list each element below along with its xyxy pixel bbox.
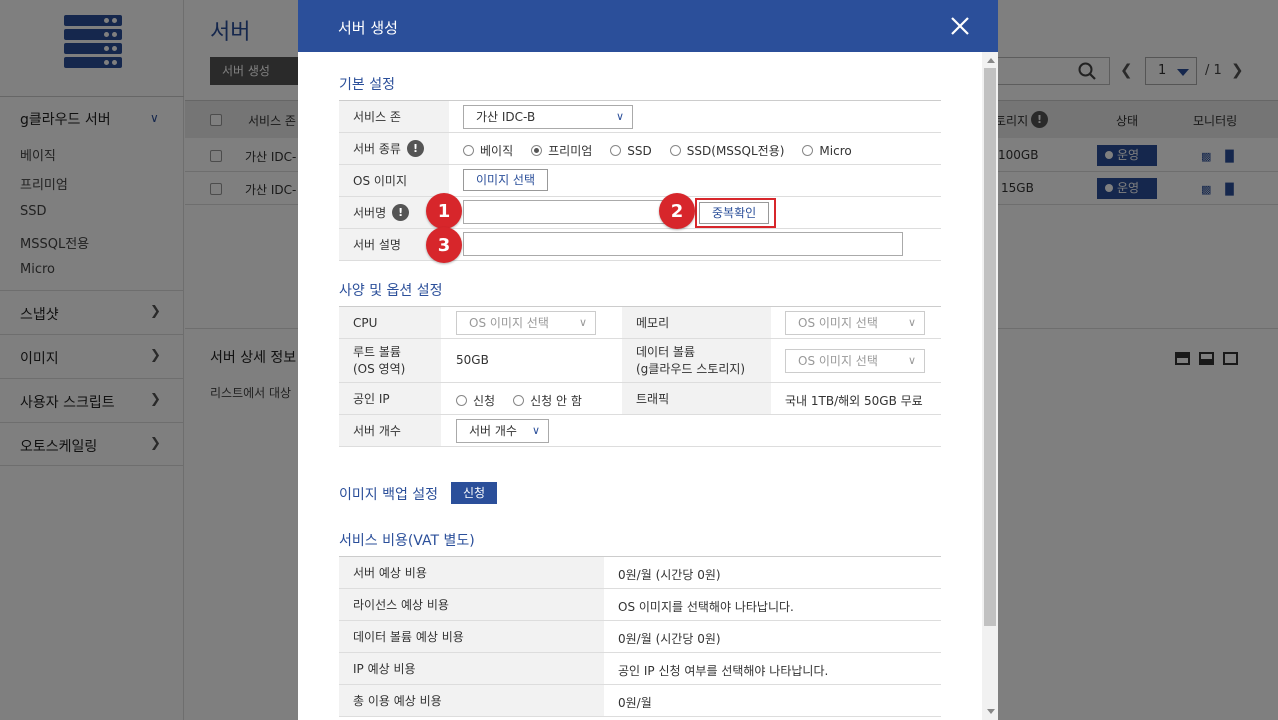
chevron-down-icon: ∨: [615, 110, 624, 123]
server-name-input[interactable]: [463, 200, 673, 224]
step-marker-1: 1: [426, 193, 462, 229]
zone-label: 서비스 존: [339, 101, 449, 132]
server-count-label: 서버 개수: [339, 415, 441, 446]
info-icon[interactable]: !: [392, 204, 410, 221]
modal-title: 서버 생성: [338, 19, 398, 37]
modal-scrollbar[interactable]: [982, 52, 998, 720]
row-os-image: OS 이미지 이미지 선택: [339, 165, 941, 197]
memory-select[interactable]: OS 이미지 선택 ∨: [785, 311, 925, 335]
server-type-radio-group: 베이직 프리미엄 SSD SSD(MSSQL전용) Micro: [463, 142, 870, 159]
radio-basic[interactable]: 베이직: [463, 142, 513, 159]
radio-premium[interactable]: 프리미엄: [531, 142, 592, 159]
chevron-down-icon: ∨: [907, 316, 916, 329]
memory-label: 메모리: [622, 307, 771, 338]
traffic-value: 국내 1TB/해외 50GB 무료: [785, 394, 923, 408]
scroll-up-icon[interactable]: [987, 58, 995, 63]
radio-ip-no-apply[interactable]: 신청 안 함: [513, 392, 582, 409]
select-image-button[interactable]: 이미지 선택: [463, 169, 549, 191]
public-ip-label: 공인 IP: [339, 383, 441, 414]
os-image-label: OS 이미지: [339, 165, 449, 196]
row-server-count: 서버 개수 서버 개수 ∨: [339, 415, 941, 447]
highlight-box: [695, 198, 776, 228]
radio-ssd[interactable]: SSD: [610, 144, 652, 158]
chevron-down-icon: ∨: [907, 354, 916, 367]
data-volume-select[interactable]: OS 이미지 선택 ∨: [785, 349, 925, 373]
chevron-down-icon: ∨: [531, 424, 540, 437]
table-row: 서버 예상 비용 0원/월 (시간당 0원): [339, 557, 941, 589]
chevron-down-icon: ∨: [578, 316, 587, 329]
create-server-modal: 서버 생성 기본 설정 서비스 존 가산 IDC-B ∨ 서버 종류 ! 베이직: [298, 0, 998, 720]
server-type-label: 서버 종류 !: [339, 133, 449, 164]
server-desc-input[interactable]: [463, 232, 903, 256]
zone-select[interactable]: 가산 IDC-B ∨: [463, 105, 633, 129]
section-backup-title: 이미지 백업 설정: [339, 487, 439, 503]
radio-ip-apply[interactable]: 신청: [456, 392, 495, 409]
scroll-thumb[interactable]: [984, 68, 996, 626]
cost-table: 서버 예상 비용 0원/월 (시간당 0원) 라이선스 예상 비용 OS 이미지…: [339, 556, 941, 720]
info-icon[interactable]: !: [406, 140, 424, 157]
row-volumes: 루트 볼륨 (OS 영역) 50GB 데이터 볼륨 (g클라우드 스토리지) O…: [339, 339, 941, 383]
radio-micro[interactable]: Micro: [802, 144, 852, 158]
spec-settings-form: CPU OS 이미지 선택 ∨ 메모리 OS 이미지 선택 ∨ 루트 볼륨 (O…: [339, 306, 941, 447]
step-marker-3: 3: [426, 227, 462, 263]
row-cpu-memory: CPU OS 이미지 선택 ∨ 메모리 OS 이미지 선택 ∨: [339, 307, 941, 339]
section-spec-title: 사양 및 옵션 설정: [339, 283, 443, 299]
section-basic-title: 기본 설정: [339, 77, 395, 93]
close-icon[interactable]: [949, 15, 971, 37]
table-row: IP 예상 비용 공인 IP 신청 여부를 선택해야 나타납니다.: [339, 653, 941, 685]
scroll-down-icon[interactable]: [987, 709, 995, 714]
data-volume-label: 데이터 볼륨 (g클라우드 스토리지): [622, 339, 771, 382]
root-volume-value: 50GB: [456, 353, 489, 367]
root-volume-label: 루트 볼륨 (OS 영역): [339, 339, 441, 382]
server-count-select[interactable]: 서버 개수 ∨: [456, 419, 549, 443]
section-cost-title: 서비스 비용(VAT 별도): [339, 533, 475, 549]
public-ip-radio-group: 신청 신청 안 함: [456, 392, 600, 409]
table-row: 라이선스 예상 비용 OS 이미지를 선택해야 나타납니다.: [339, 589, 941, 621]
row-server-type: 서버 종류 ! 베이직 프리미엄 SSD SSD(MSSQL전용) Micro: [339, 133, 941, 165]
cpu-select[interactable]: OS 이미지 선택 ∨: [456, 311, 596, 335]
row-zone: 서비스 존 가산 IDC-B ∨: [339, 101, 941, 133]
backup-apply-button[interactable]: 신청: [451, 482, 498, 504]
radio-ssd-mssql[interactable]: SSD(MSSQL전용): [669, 142, 784, 159]
cpu-label: CPU: [339, 307, 441, 338]
modal-header: 서버 생성: [298, 0, 998, 52]
row-ip-traffic: 공인 IP 신청 신청 안 함 트래픽 국내 1TB/해외 50GB 무료: [339, 383, 941, 415]
table-row: 데이터 볼륨 예상 비용 0원/월 (시간당 0원): [339, 621, 941, 653]
step-marker-2: 2: [659, 193, 695, 229]
table-row: 총 이용 예상 비용 0원/월: [339, 685, 941, 717]
traffic-label: 트래픽: [622, 383, 771, 414]
